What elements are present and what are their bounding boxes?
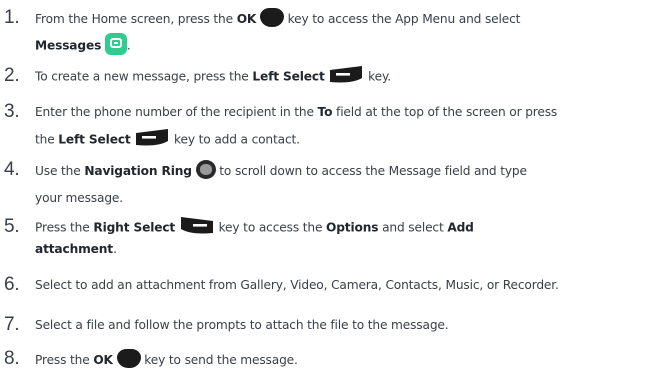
text-line: Enter the phone number of the recipient …	[35, 104, 666, 120]
text-line: attachment.	[35, 241, 666, 257]
text-run: field at the top of the screen or press	[332, 105, 558, 119]
text-line: your message.	[35, 190, 666, 206]
step-number: 8.	[4, 348, 20, 369]
text-run: .	[112, 242, 117, 256]
ok-key-icon	[116, 349, 141, 368]
text-line: Messages .	[35, 33, 666, 57]
step-text: Press the Right Select key to access the…	[35, 217, 666, 257]
step-number: 4.	[4, 159, 20, 180]
text-line: Select to add an attachment from Gallery…	[35, 277, 666, 293]
step-text: Select to add an attachment from Gallery…	[35, 277, 666, 293]
menu-label-options: Options	[326, 220, 379, 235]
step-number: 3.	[4, 101, 20, 122]
text-run: Select a file and follow the prompts to …	[35, 318, 449, 332]
text-run: key to access the App Menu and select	[283, 12, 521, 26]
key-label-left-select: Left Select	[58, 132, 131, 147]
text-line: From the Home screen, press the OK key t…	[35, 8, 666, 29]
messages-app-icon	[104, 33, 127, 55]
text-run: to scroll down to access the Message fie…	[215, 164, 527, 178]
app-label-messages: Messages	[35, 38, 102, 53]
step-text: Use the Navigation Ring to scroll down t…	[35, 160, 666, 206]
field-label-to: To	[317, 105, 333, 119]
text-run: key to send the message.	[140, 353, 298, 367]
text-run: Press the	[35, 220, 94, 235]
text-run: Select to add an attachment from Gallery…	[35, 278, 559, 292]
step-number: 1.	[4, 7, 20, 28]
text-run: Press the	[35, 353, 94, 367]
step-number: 7.	[4, 314, 20, 335]
step-number: 5.	[4, 216, 20, 237]
text-run: Enter the phone number of the recipient …	[35, 105, 318, 119]
step-text: Select a file and follow the prompts to …	[35, 317, 666, 333]
left-select-key-icon	[136, 129, 169, 146]
text-line: Use the Navigation Ring to scroll down t…	[35, 160, 666, 181]
text-run: Use the	[35, 164, 85, 178]
text-run: your message.	[35, 191, 123, 205]
text-line: the Left Select key to add a contact.	[35, 129, 666, 149]
key-label-right-select: Right Select	[93, 220, 176, 235]
text-run: the	[35, 132, 59, 147]
right-select-key-icon	[180, 217, 213, 234]
key-label-left-select: Left Select	[252, 69, 325, 84]
step-number: 2.	[4, 65, 20, 86]
left-select-key-icon	[330, 66, 363, 83]
navigation-ring-icon	[195, 160, 216, 179]
text-run: key.	[368, 69, 392, 84]
menu-label-attachment: attachment	[35, 242, 113, 256]
text-run: From the Home screen, press the	[35, 12, 237, 26]
step-text: Enter the phone number of the recipient …	[35, 104, 666, 149]
text-line: Press the OK key to send the message.	[35, 349, 666, 370]
step-number: 6.	[4, 274, 20, 295]
text-run: key to access the	[218, 220, 327, 235]
text-line: To create a new message, press the Left …	[35, 66, 666, 86]
key-label-ok: OK	[93, 353, 113, 367]
text-run: key to add a contact.	[174, 132, 300, 147]
text-run: .	[126, 38, 131, 53]
key-label-navigation-ring: Navigation Ring	[84, 164, 192, 178]
text-run: and select	[378, 220, 448, 235]
instruction-document: 1. From the Home screen, press the OK ke…	[0, 0, 666, 384]
ok-key-icon	[259, 8, 284, 27]
text-line: Press the Right Select key to access the…	[35, 217, 666, 237]
step-text: Press the OK key to send the message.	[35, 349, 666, 370]
menu-label-add: Add	[447, 220, 474, 235]
text-run: To create a new message, press the	[35, 69, 253, 84]
step-text: To create a new message, press the Left …	[35, 66, 666, 86]
step-text: From the Home screen, press the OK key t…	[35, 8, 666, 57]
key-label-ok: OK	[236, 12, 257, 26]
text-line: Select a file and follow the prompts to …	[35, 317, 666, 333]
